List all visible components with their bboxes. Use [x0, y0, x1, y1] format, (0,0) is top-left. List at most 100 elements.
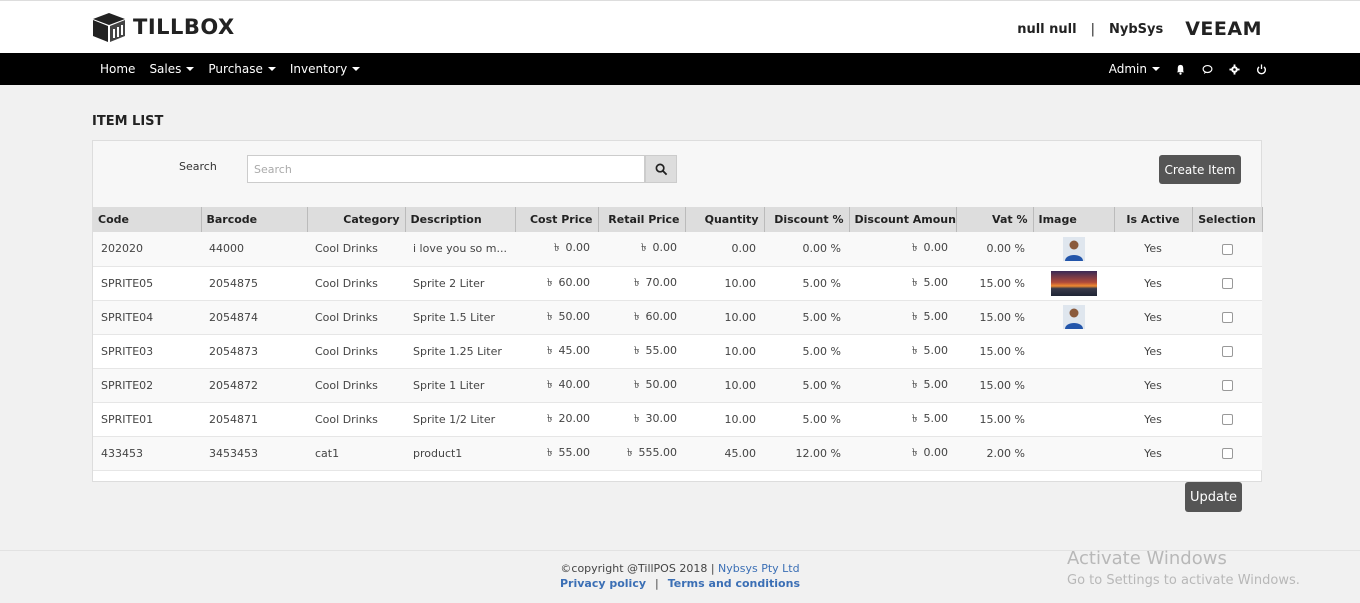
search-icon [655, 163, 667, 175]
user-name: null null [1017, 21, 1077, 37]
cell-cost-price: ৳ 0.00 [515, 232, 598, 267]
cell-quantity: 10.00 [685, 300, 764, 335]
table-row[interactable]: 433453 3453453 cat1 product1 ৳ 55.00 ৳ 555.00 45… [93, 436, 1262, 471]
col-is-active[interactable]: Is Active [1114, 207, 1193, 232]
copyright-text: ©copyright @TillPOS 2018 | [560, 562, 715, 575]
cell-discount-pct: 5.00 % [764, 368, 849, 403]
terms-link[interactable]: Terms and conditions [668, 577, 800, 590]
selection-checkbox[interactable] [1221, 414, 1233, 425]
nav-purchase[interactable]: Purchase [208, 62, 276, 76]
cell-description: Sprite 1/2 Liter [405, 402, 515, 437]
table-row[interactable]: SPRITE02 2054872 Cool Drinks Sprite 1 Liter… [93, 368, 1262, 403]
cell-is-active: Yes [1114, 334, 1192, 369]
currency-symbol: ৳ [634, 309, 640, 323]
table-row[interactable]: SPRITE05 2054875 Cool Drinks Sprite 2 Liter… [93, 266, 1262, 301]
company-link[interactable]: Nybsys Pty Ltd [718, 562, 800, 575]
search-bar: Search Create Item [93, 141, 1261, 207]
cell-discount-amount: ৳ 5.00 [849, 334, 956, 369]
cell-category: Cool Drinks [307, 266, 405, 301]
tillbox-logo[interactable]: TILLBOX [91, 11, 235, 43]
power-icon[interactable] [1255, 63, 1268, 76]
cell-discount-pct: 5.00 % [764, 266, 849, 301]
gear-icon[interactable] [1228, 63, 1241, 76]
currency-symbol: ৳ [547, 343, 553, 357]
table-row[interactable]: SPRITE01 2054871 Cool Drinks Sprite 1/2 Lit… [93, 402, 1262, 437]
col-quantity[interactable]: Quantity [685, 207, 765, 232]
top-header: TILLBOX null null | NybSys VEEAM [0, 0, 1360, 53]
create-item-button[interactable]: Create Item [1159, 155, 1241, 184]
col-cost-price[interactable]: Cost Price [515, 207, 599, 232]
admin-menu[interactable]: Admin [1109, 62, 1160, 76]
nav-sales[interactable]: Sales [149, 62, 195, 76]
privacy-link[interactable]: Privacy policy [560, 577, 646, 590]
cell-discount-amount: ৳ 5.00 [849, 266, 956, 301]
nav-inventory[interactable]: Inventory [290, 62, 361, 76]
table-row[interactable]: SPRITE03 2054873 Cool Drinks Sprite 1.25 Li… [93, 334, 1262, 369]
cell-is-active: Yes [1114, 232, 1192, 267]
cost-value: 45.00 [558, 343, 591, 357]
cell-barcode: 2054873 [201, 334, 307, 369]
currency-symbol: ৳ [547, 445, 553, 459]
update-button[interactable]: Update [1185, 482, 1242, 512]
col-discount-amount[interactable]: Discount Amount [849, 207, 957, 232]
search-button[interactable] [645, 155, 677, 183]
nav-home[interactable]: Home [100, 62, 135, 76]
caret-down-icon [267, 67, 276, 71]
table-row[interactable]: 202020 44000 Cool Drinks i love you so m...… [93, 232, 1262, 267]
cell-cost-price: ৳ 60.00 [515, 266, 598, 301]
discount-amount-value: 5.00 [923, 343, 949, 357]
selection-checkbox[interactable] [1221, 448, 1233, 459]
col-image[interactable]: Image [1033, 207, 1115, 232]
item-image-person[interactable] [1062, 236, 1085, 261]
cell-image [1033, 334, 1114, 369]
col-barcode[interactable]: Barcode [201, 207, 308, 232]
selection-checkbox[interactable] [1221, 346, 1233, 357]
currency-symbol: ৳ [912, 411, 918, 425]
item-image-person[interactable] [1062, 305, 1085, 329]
cell-description: Sprite 2 Liter [405, 266, 515, 301]
col-discount-pct[interactable]: Discount % [764, 207, 850, 232]
cell-selection [1192, 266, 1262, 301]
cell-category: Cool Drinks [307, 300, 405, 335]
discount-amount-value: 5.00 [923, 411, 949, 425]
cell-vat: 15.00 % [956, 300, 1033, 335]
selection-checkbox[interactable] [1221, 380, 1233, 391]
cell-category: Cool Drinks [307, 334, 405, 369]
cell-barcode: 2054872 [201, 368, 307, 403]
currency-symbol: ৳ [634, 343, 640, 357]
caret-down-icon [352, 67, 361, 71]
col-description[interactable]: Description [405, 207, 516, 232]
cell-code: SPRITE01 [93, 402, 201, 437]
cell-description: i love you so m... [405, 232, 515, 267]
cell-cost-price: ৳ 40.00 [515, 368, 598, 403]
cell-category: cat1 [307, 436, 405, 471]
cell-barcode: 2054871 [201, 402, 307, 437]
bell-icon[interactable] [1174, 63, 1187, 76]
cell-retail-price: ৳ 55.00 [598, 334, 685, 369]
cost-value: 0.00 [565, 241, 591, 255]
cell-cost-price: ৳ 20.00 [515, 402, 598, 437]
cell-barcode: 44000 [201, 232, 307, 267]
currency-symbol: ৳ [912, 241, 918, 255]
cell-category: Cool Drinks [307, 402, 405, 437]
search-input[interactable] [247, 155, 645, 183]
selection-checkbox[interactable] [1221, 312, 1233, 323]
col-vat[interactable]: Vat % [956, 207, 1034, 232]
col-selection[interactable]: Selection [1192, 207, 1263, 232]
col-retail-price[interactable]: Retail Price [598, 207, 686, 232]
table-header-row: Code Barcode Category Description Cost P… [93, 207, 1263, 232]
chat-icon[interactable] [1201, 63, 1214, 76]
box-logo-icon [93, 13, 125, 42]
selection-checkbox[interactable] [1221, 243, 1233, 255]
col-code[interactable]: Code [93, 207, 202, 232]
item-image-sunset[interactable] [1050, 270, 1097, 296]
cell-category: Cool Drinks [307, 368, 405, 403]
discount-amount-value: 0.00 [923, 445, 949, 459]
cell-vat: 15.00 % [956, 334, 1033, 369]
col-category[interactable]: Category [307, 207, 406, 232]
caret-down-icon [1152, 67, 1160, 71]
selection-checkbox[interactable] [1221, 278, 1233, 289]
cell-discount-amount: ৳ 5.00 [849, 300, 956, 335]
table-row[interactable]: SPRITE04 2054874 Cool Drinks Sprite 1.5 Lit… [93, 300, 1262, 335]
cell-quantity: 10.00 [685, 402, 764, 437]
